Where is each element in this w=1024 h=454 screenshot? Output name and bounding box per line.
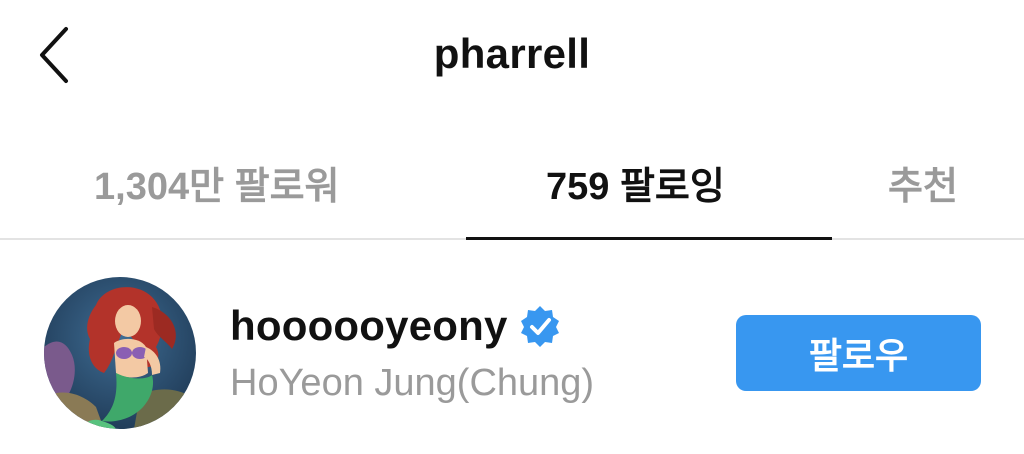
page-title: pharrell bbox=[433, 30, 591, 77]
username-row[interactable]: hoooooyeony bbox=[230, 302, 562, 350]
follow-tabs: 1,304만 팔로워 759 팔로잉 추천 bbox=[0, 135, 1024, 239]
tab-followers[interactable]: 1,304만 팔로워 bbox=[94, 155, 340, 210]
avatar[interactable] bbox=[44, 277, 196, 429]
tab-following[interactable]: 759 팔로잉 bbox=[546, 155, 725, 210]
verified-badge-icon bbox=[518, 304, 562, 348]
full-name: HoYeon Jung(Chung) bbox=[230, 362, 595, 404]
mermaid-avatar-icon bbox=[44, 277, 196, 429]
username: hoooooyeony bbox=[230, 302, 508, 349]
active-tab-indicator bbox=[466, 237, 832, 240]
top-bar: pharrell bbox=[0, 0, 1024, 122]
tab-suggested[interactable]: 추천 bbox=[888, 155, 958, 210]
list-item[interactable]: hoooooyeony HoYeon Jung(Chung) 팔로우 bbox=[0, 260, 1024, 440]
follow-button[interactable]: 팔로우 bbox=[736, 315, 981, 391]
